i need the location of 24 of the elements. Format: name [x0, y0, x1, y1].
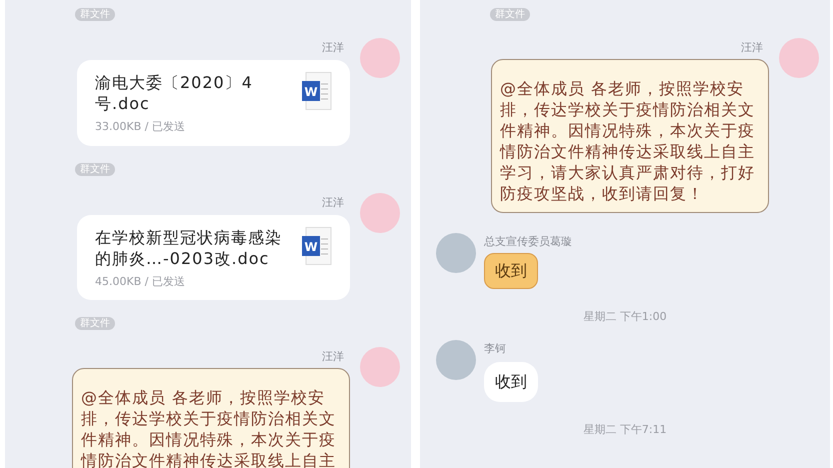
avatar[interactable]: [436, 340, 476, 380]
timestamp: 星期二 下午1:00: [582, 310, 668, 324]
sender-name: 汪洋: [322, 41, 344, 55]
message-bubble: @全体成员 各老师，按照学校安排，传达学校关于疫情防治相关文件精神。因情况特殊，本次关于疫情防治文件精神传达采取线上自主: [72, 368, 350, 468]
message-bubble: 收到: [484, 362, 538, 402]
avatar[interactable]: [436, 233, 476, 273]
sender-name: 汪洋: [322, 196, 344, 210]
avatar[interactable]: [360, 347, 400, 387]
message-bubble: @全体成员 各老师，按照学校安排，传达学校关于疫情防治相关文件精神。因情况特殊，本次关于疫情防治文件精神传达采取线上自主学习，请大家认真严肃对待，打好防疫攻坚战，收到请回复！: [491, 59, 769, 213]
file-bubble[interactable]: 在学校新型冠状病毒感染的肺炎…-0203改.doc 45.00KB / 已发送 W: [77, 214, 350, 300]
file-meta: 33.00KB / 已发送: [95, 119, 186, 135]
file-name: 在学校新型冠状病毒感染的肺炎…-0203改.doc: [95, 226, 283, 268]
file-name: 渝电大委〔2020〕4号.doc: [95, 72, 254, 114]
file-meta: 45.00KB / 已发送: [95, 274, 186, 290]
timestamp: 星期二 下午7:11: [582, 423, 668, 437]
file-bubble[interactable]: 渝电大委〔2020〕4号.doc 33.00KB / 已发送 W: [77, 60, 350, 146]
avatar[interactable]: [360, 192, 400, 232]
sender-name: 李钶: [484, 342, 506, 356]
avatar[interactable]: [360, 38, 400, 78]
sender-name: 汪洋: [741, 41, 763, 55]
sender-name: 汪洋: [322, 350, 344, 364]
sender-name: 总支宣传委员葛璇: [484, 235, 572, 249]
avatar[interactable]: [779, 38, 819, 78]
message-bubble: 收到: [484, 253, 538, 289]
